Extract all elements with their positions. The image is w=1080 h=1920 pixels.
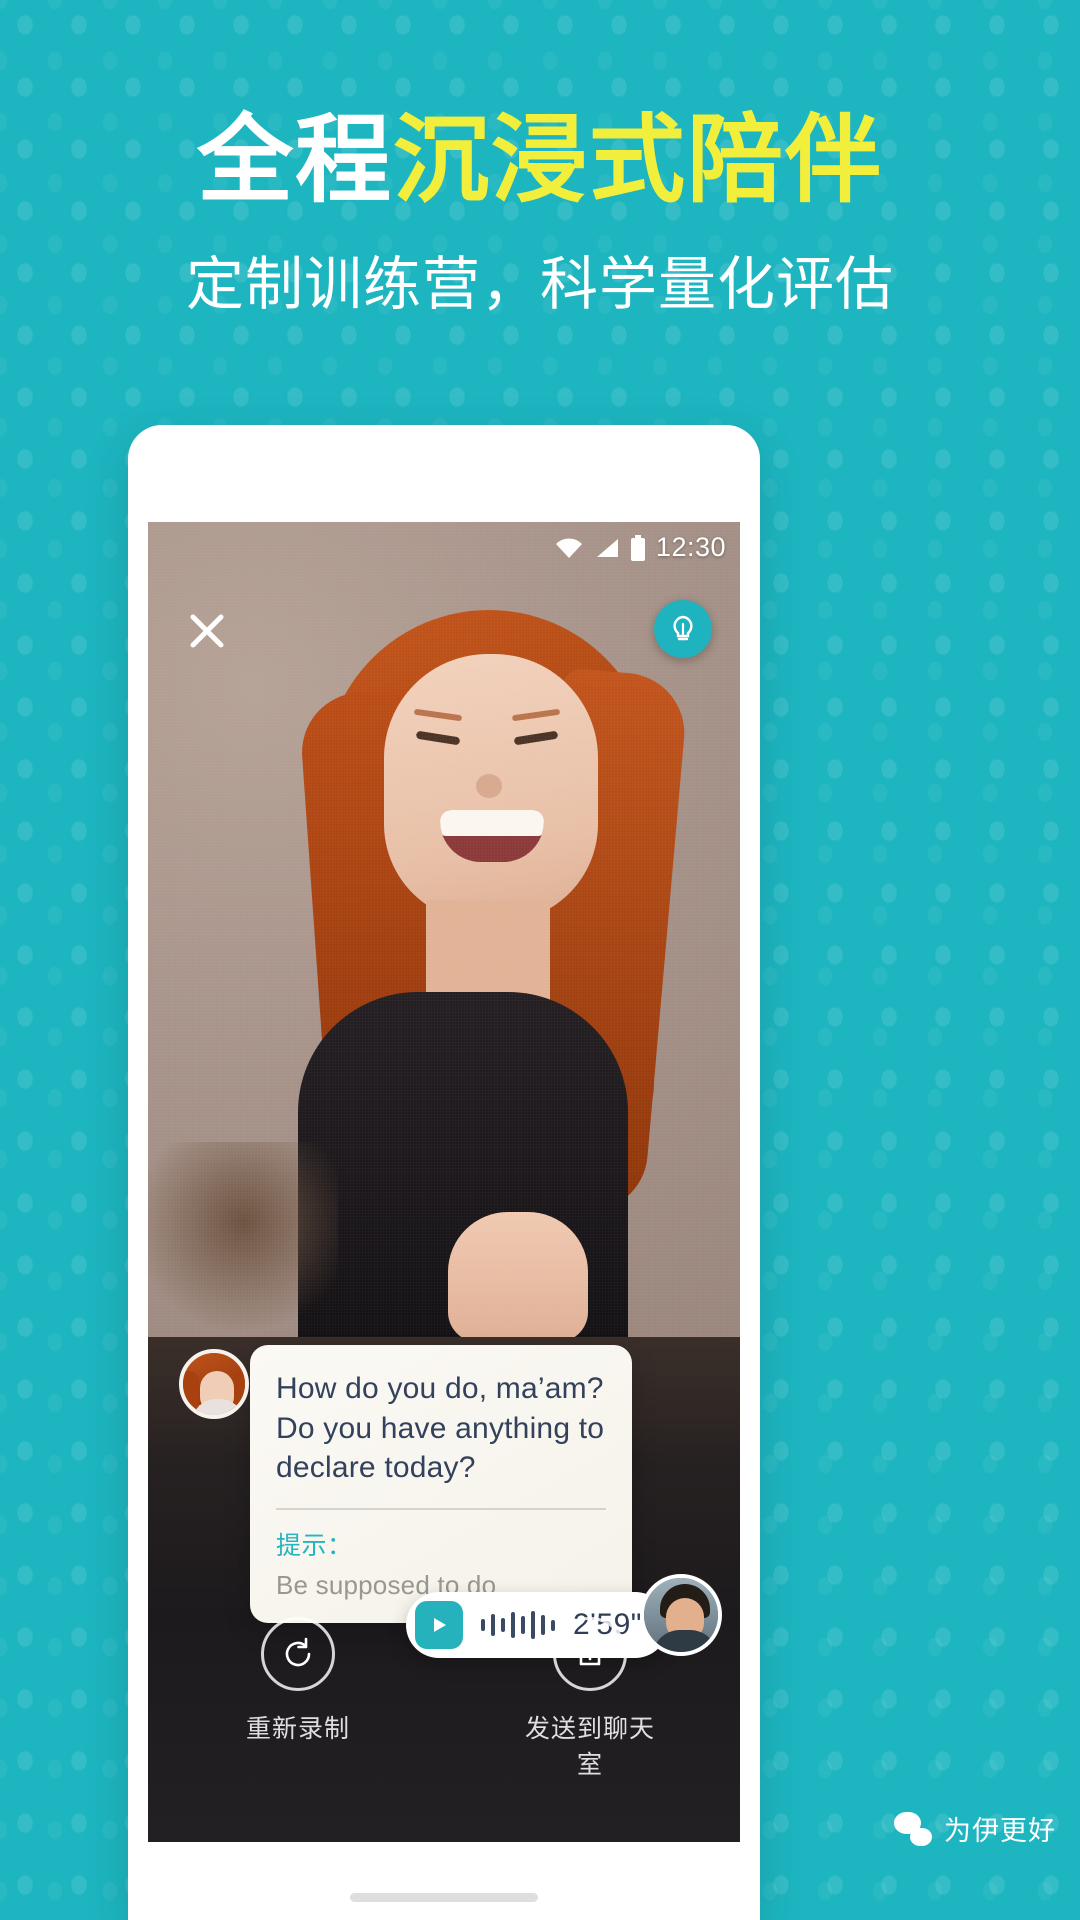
- peer-avatar[interactable]: [640, 1574, 722, 1656]
- rerecord-button[interactable]: 重新录制: [228, 1617, 368, 1781]
- status-bar: 12:30: [554, 532, 726, 563]
- page-subtitle: 定制训练营，科学量化评估: [185, 249, 894, 318]
- headline-white-part: 全程: [197, 104, 393, 216]
- phone-mockup: 12:30 How do you do, ma’am? Do you have …: [128, 425, 760, 1920]
- close-icon[interactable]: [184, 608, 230, 654]
- share-upload-icon: [553, 1617, 627, 1691]
- dialog-line-3: declare today?: [276, 1451, 476, 1485]
- status-bar-time: 12:30: [655, 532, 726, 562]
- poster-header: 全程沉浸式陪伴 定制训练营，科学量化评估: [0, 0, 1080, 321]
- divider: [276, 1507, 606, 1510]
- dialog-bubble: How do you do, ma’am? Do you have anythi…: [250, 1345, 632, 1623]
- lightbulb-icon[interactable]: [654, 600, 712, 658]
- send-to-chatroom-button[interactable]: 发送到聊天室: [520, 1617, 660, 1781]
- hint-label: 提示：: [276, 1531, 353, 1560]
- phone-top-bezel: [128, 425, 760, 522]
- dialog-text: How do you do, ma’am? Do you have anythi…: [276, 1369, 606, 1488]
- home-indicator: [350, 1893, 538, 1902]
- avatar: [179, 1349, 249, 1419]
- app-screen: 12:30 How do you do, ma’am? Do you have …: [148, 522, 740, 1842]
- battery-icon: [630, 534, 645, 561]
- wechat-account-badge: 为伊更好: [894, 1809, 1056, 1848]
- rerecord-label: 重新录制: [245, 1714, 350, 1743]
- page-title: 全程沉浸式陪伴: [0, 110, 1080, 211]
- headline-accent-part: 沉浸式陪伴: [393, 104, 883, 216]
- wechat-account-name: 为伊更好: [944, 1816, 1056, 1847]
- signal-icon: [596, 538, 618, 557]
- dialog-line-2: Do you have anything to: [276, 1411, 605, 1445]
- dialog-line-1: How do you do, ma’am?: [276, 1372, 604, 1405]
- send-to-chatroom-label: 发送到聊天室: [524, 1714, 655, 1779]
- rerecord-icon: [261, 1617, 335, 1691]
- video-preview-photo: [148, 522, 740, 1337]
- wifi-icon: [555, 537, 582, 558]
- wechat-logo-icon: [894, 1811, 932, 1846]
